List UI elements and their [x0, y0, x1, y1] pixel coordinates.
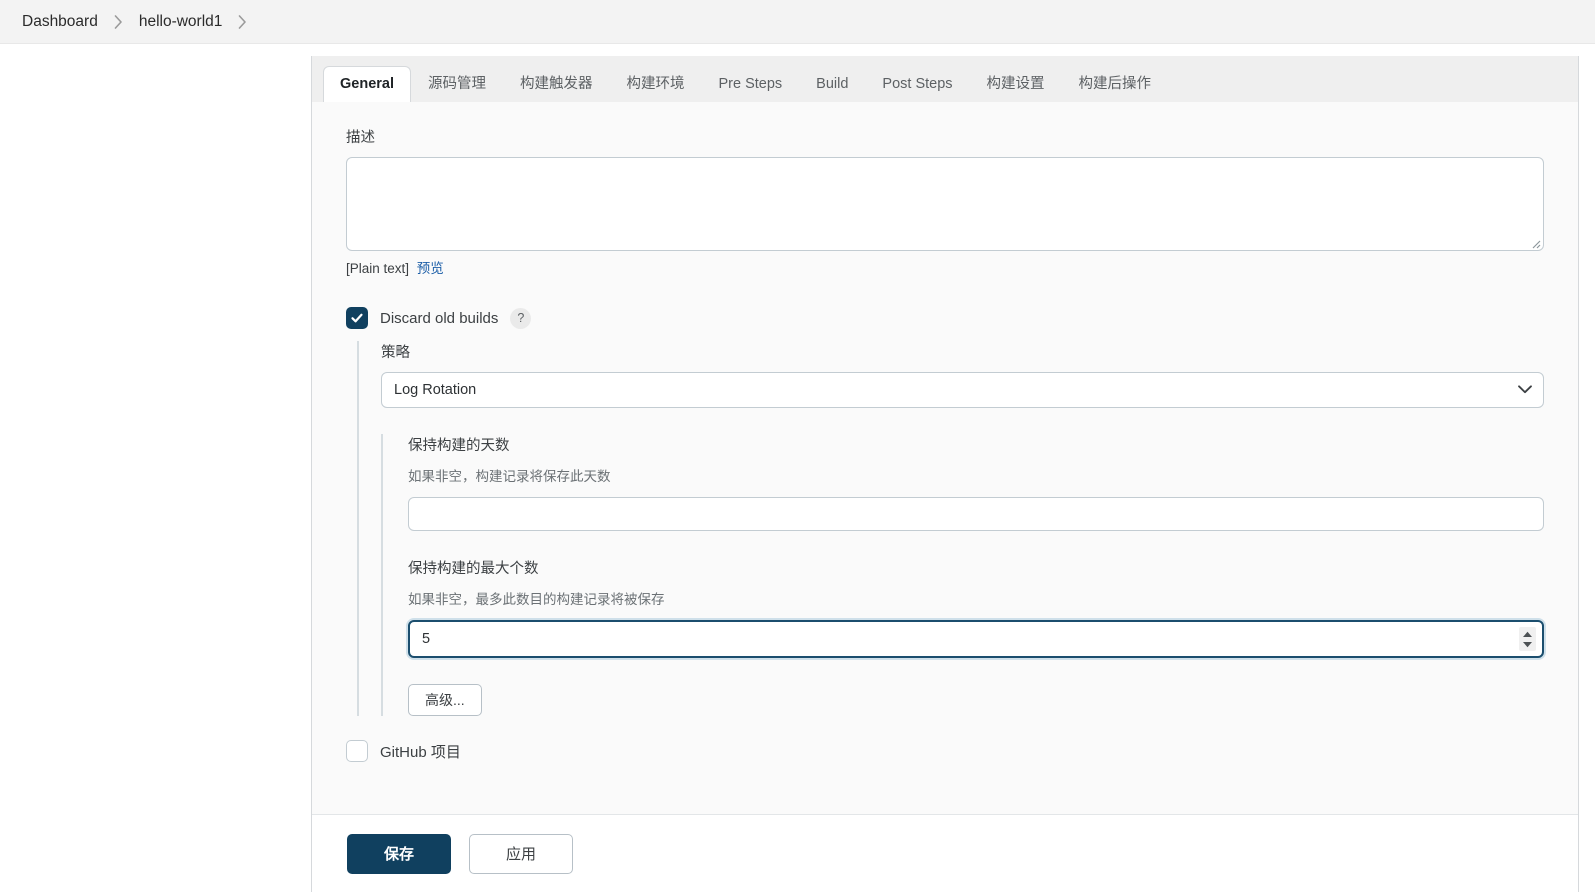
chevron-right-icon	[104, 14, 133, 29]
job-config-panel: General 源码管理 构建触发器 构建环境 Pre Steps Build …	[311, 56, 1579, 892]
tab-pre-steps[interactable]: Pre Steps	[702, 66, 800, 103]
page-body: General 源码管理 构建触发器 构建环境 Pre Steps Build …	[0, 44, 1595, 892]
discard-old-builds-row: Discard old builds ?	[346, 307, 1544, 329]
tab-build-environment[interactable]: 构建环境	[610, 66, 702, 103]
number-stepper[interactable]	[1519, 627, 1536, 651]
stepper-up-icon	[1523, 631, 1532, 637]
github-project-label: GitHub 项目	[380, 743, 461, 761]
config-footer: 保存 应用	[312, 814, 1578, 892]
strategy-select-wrap: Log Rotation	[381, 372, 1544, 408]
advanced-button[interactable]: 高级...	[408, 684, 482, 716]
max-builds-label: 保持构建的最大个数	[408, 561, 539, 577]
stepper-down-icon	[1523, 641, 1532, 647]
tab-scm[interactable]: 源码管理	[411, 66, 503, 103]
description-format-row: [Plain text] 预览	[346, 257, 1544, 277]
config-form: 描述 [Plain text] 预览 Discard old builds ? …	[312, 102, 1578, 814]
config-tab-bar: General 源码管理 构建触发器 构建环境 Pre Steps Build …	[312, 56, 1578, 103]
tab-post-steps[interactable]: Post Steps	[865, 66, 969, 103]
discard-old-builds-checkbox[interactable]	[346, 307, 368, 329]
description-label: 描述	[346, 130, 375, 146]
help-icon[interactable]: ?	[510, 307, 532, 329]
days-to-keep-label: 保持构建的天数	[408, 438, 510, 454]
github-project-row: GitHub 项目	[346, 740, 1544, 762]
chevron-right-icon-2[interactable]	[228, 14, 257, 29]
breadcrumb-item-dashboard[interactable]: Dashboard	[18, 11, 102, 33]
days-to-keep-description: 如果非空，构建记录将保存此天数	[408, 469, 611, 484]
tab-general[interactable]: General	[323, 65, 411, 103]
max-builds-input[interactable]	[408, 620, 1544, 658]
github-project-checkbox[interactable]	[346, 740, 368, 762]
apply-button[interactable]: 应用	[469, 833, 573, 874]
tab-build[interactable]: Build	[799, 66, 865, 103]
days-to-keep-input[interactable]	[408, 497, 1544, 531]
discard-old-builds-label: Discard old builds	[380, 309, 499, 327]
check-icon	[351, 313, 363, 323]
breadcrumb-item-job[interactable]: hello-world1	[135, 11, 227, 33]
save-button[interactable]: 保存	[347, 833, 451, 874]
tab-build-settings[interactable]: 构建设置	[970, 66, 1062, 103]
discard-old-builds-section: 策略 Log Rotation 保持构建的天数 如果非空，构建记录将保存此天数	[357, 341, 1544, 716]
strategy-select[interactable]: Log Rotation	[381, 372, 1544, 408]
log-rotation-fields: 保持构建的天数 如果非空，构建记录将保存此天数 保持构建的最大个数 如果非空，最…	[381, 434, 1544, 716]
preview-link[interactable]: 预览	[417, 261, 444, 276]
tab-build-triggers[interactable]: 构建触发器	[503, 66, 610, 103]
max-builds-input-wrap	[408, 620, 1544, 658]
breadcrumb: Dashboard hello-world1	[0, 0, 1595, 44]
tab-post-build-actions[interactable]: 构建后操作	[1062, 66, 1169, 103]
max-builds-description: 如果非空，最多此数目的构建记录将被保存	[408, 592, 665, 607]
strategy-label: 策略	[381, 345, 410, 361]
description-field-wrap	[346, 157, 1544, 251]
plain-text-note: [Plain text]	[346, 261, 410, 276]
description-input[interactable]	[346, 157, 1544, 251]
